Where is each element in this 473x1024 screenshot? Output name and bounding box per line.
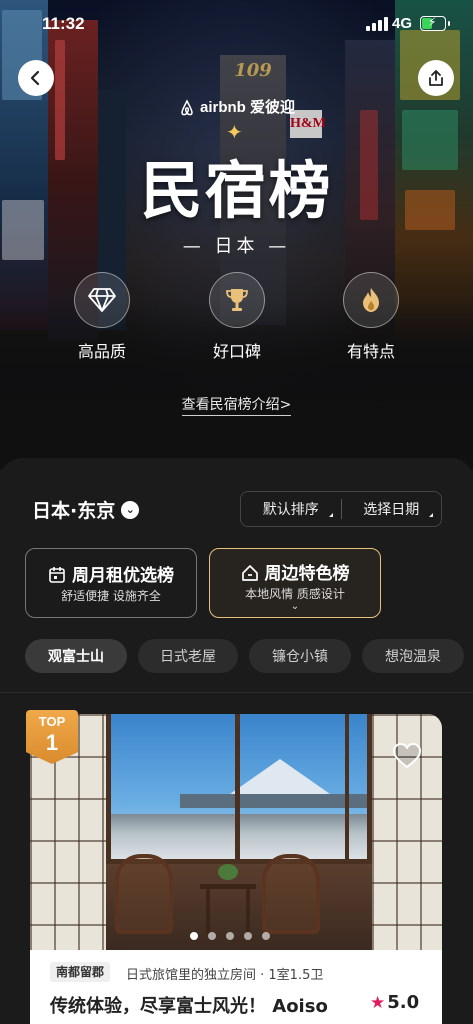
chip-onsen[interactable]: 想泡温泉 [362,639,464,673]
list-card-title-text: 周月租优选榜 [72,566,174,586]
status-bar: 11:32 4G ⚡ [0,0,473,52]
listing-photo[interactable] [30,714,442,950]
brand-logo: airbnb 爱彼迎 [0,96,473,117]
airbnb-logo-icon [181,99,193,116]
list-card-desc: 舒适便捷 设施齐全 [61,589,161,603]
feature-label: 高品质 [77,342,126,361]
brand-text: airbnb 爱彼迎 [199,99,295,116]
photo-chair [262,854,320,934]
share-icon [429,70,443,86]
network-label: 4G [392,15,413,32]
feature-reputation: 好口碑 [187,272,287,362]
rank-number: 1 [45,730,59,755]
photo-plant [218,864,238,880]
listing-card-body[interactable]: 南都留郡 日式旅馆里的独立房间 · 1室1.5卫 传统体验，尽享富士风光！ Ao… [30,950,442,1024]
chevron-left-icon [30,70,40,86]
category-chips: 观富士山 日式老屋 镰仓小镇 想泡温泉 [25,639,473,673]
list-card-title: 周边特色榜 [210,559,380,584]
photo-pagination [190,925,280,940]
listing-title: 传统体验，尽享富士风光！ Aoiso [50,996,328,1017]
chevron-down-icon: ⌄ [290,601,300,612]
ranking-sheet: 日本·东京 ⌄ 默认排序 选择日期 周月租优选榜 舒适便捷 设施齐全 周边特色榜… [0,458,473,1024]
calendar-icon [49,567,65,583]
pagination-dot[interactable] [226,932,234,940]
back-button[interactable] [18,60,54,96]
list-card-local[interactable]: 周边特色榜 本地风情 质感设计 ⌄ [209,548,381,618]
photo-chair [115,854,173,934]
chevron-down-icon: ⌄ [121,500,140,519]
rating-value: 5.0 [387,992,420,1013]
location-label: 日本·东京 [32,500,116,522]
sort-date-group: 默认排序 选择日期 [240,491,442,527]
list-card-title: 周月租优选榜 [26,561,196,586]
feature-quality: 高品质 [52,272,152,362]
battery-icon: ⚡ [420,15,450,31]
page-subtitle: — 日本 — [182,236,291,257]
chip-fuji-view[interactable]: 观富士山 [25,639,127,673]
date-button[interactable]: 选择日期 [342,499,442,519]
diamond-icon [88,288,116,312]
rank-label: TOP [38,714,66,729]
photo-window-mullion [345,714,349,864]
rank-badge: TOP 1 [26,710,78,764]
heart-icon[interactable] [392,742,422,770]
chip-old-house[interactable]: 日式老屋 [138,639,238,673]
area-tag: 南都留郡 [50,962,111,982]
page-title: 民宿榜 [140,154,333,227]
room-type: 日式旅馆里的独立房间 · 1室1.5卫 [126,968,324,983]
status-time: 11:32 [42,14,85,33]
pagination-dot[interactable] [262,932,270,940]
home-icon [241,565,258,581]
share-button[interactable] [418,60,454,96]
listing-rating: ★ 5.0 [370,992,419,1013]
intro-link-text: 查看民宿榜介绍> [181,397,292,416]
list-card-desc: 本地风情 质感设计 [245,587,345,601]
feature-label: 好口碑 [212,342,261,361]
pagination-dot[interactable] [190,932,198,940]
sort-button[interactable]: 默认排序 [241,499,341,519]
trophy-icon [226,289,248,311]
photo-window-mullion [235,714,240,864]
list-card-title-text: 周边特色榜 [264,564,350,584]
signal-icon [366,17,388,31]
feature-list: 高品质 好口碑 有特点 [0,272,473,362]
pagination-dot[interactable] [208,932,216,940]
location-selector[interactable]: 日本·东京 ⌄ [32,496,140,523]
divider [0,692,473,693]
intro-link[interactable]: 查看民宿榜介绍> [0,394,473,416]
list-card-monthly[interactable]: 周月租优选榜 舒适便捷 设施齐全 [25,548,197,618]
feature-label: 有特点 [346,342,395,361]
pagination-dot[interactable] [244,932,252,940]
feature-unique: 有特点 [321,272,421,362]
flame-icon [363,288,379,312]
chip-kamakura[interactable]: 镰仓小镇 [249,639,351,673]
star-icon: ★ [370,993,386,1013]
